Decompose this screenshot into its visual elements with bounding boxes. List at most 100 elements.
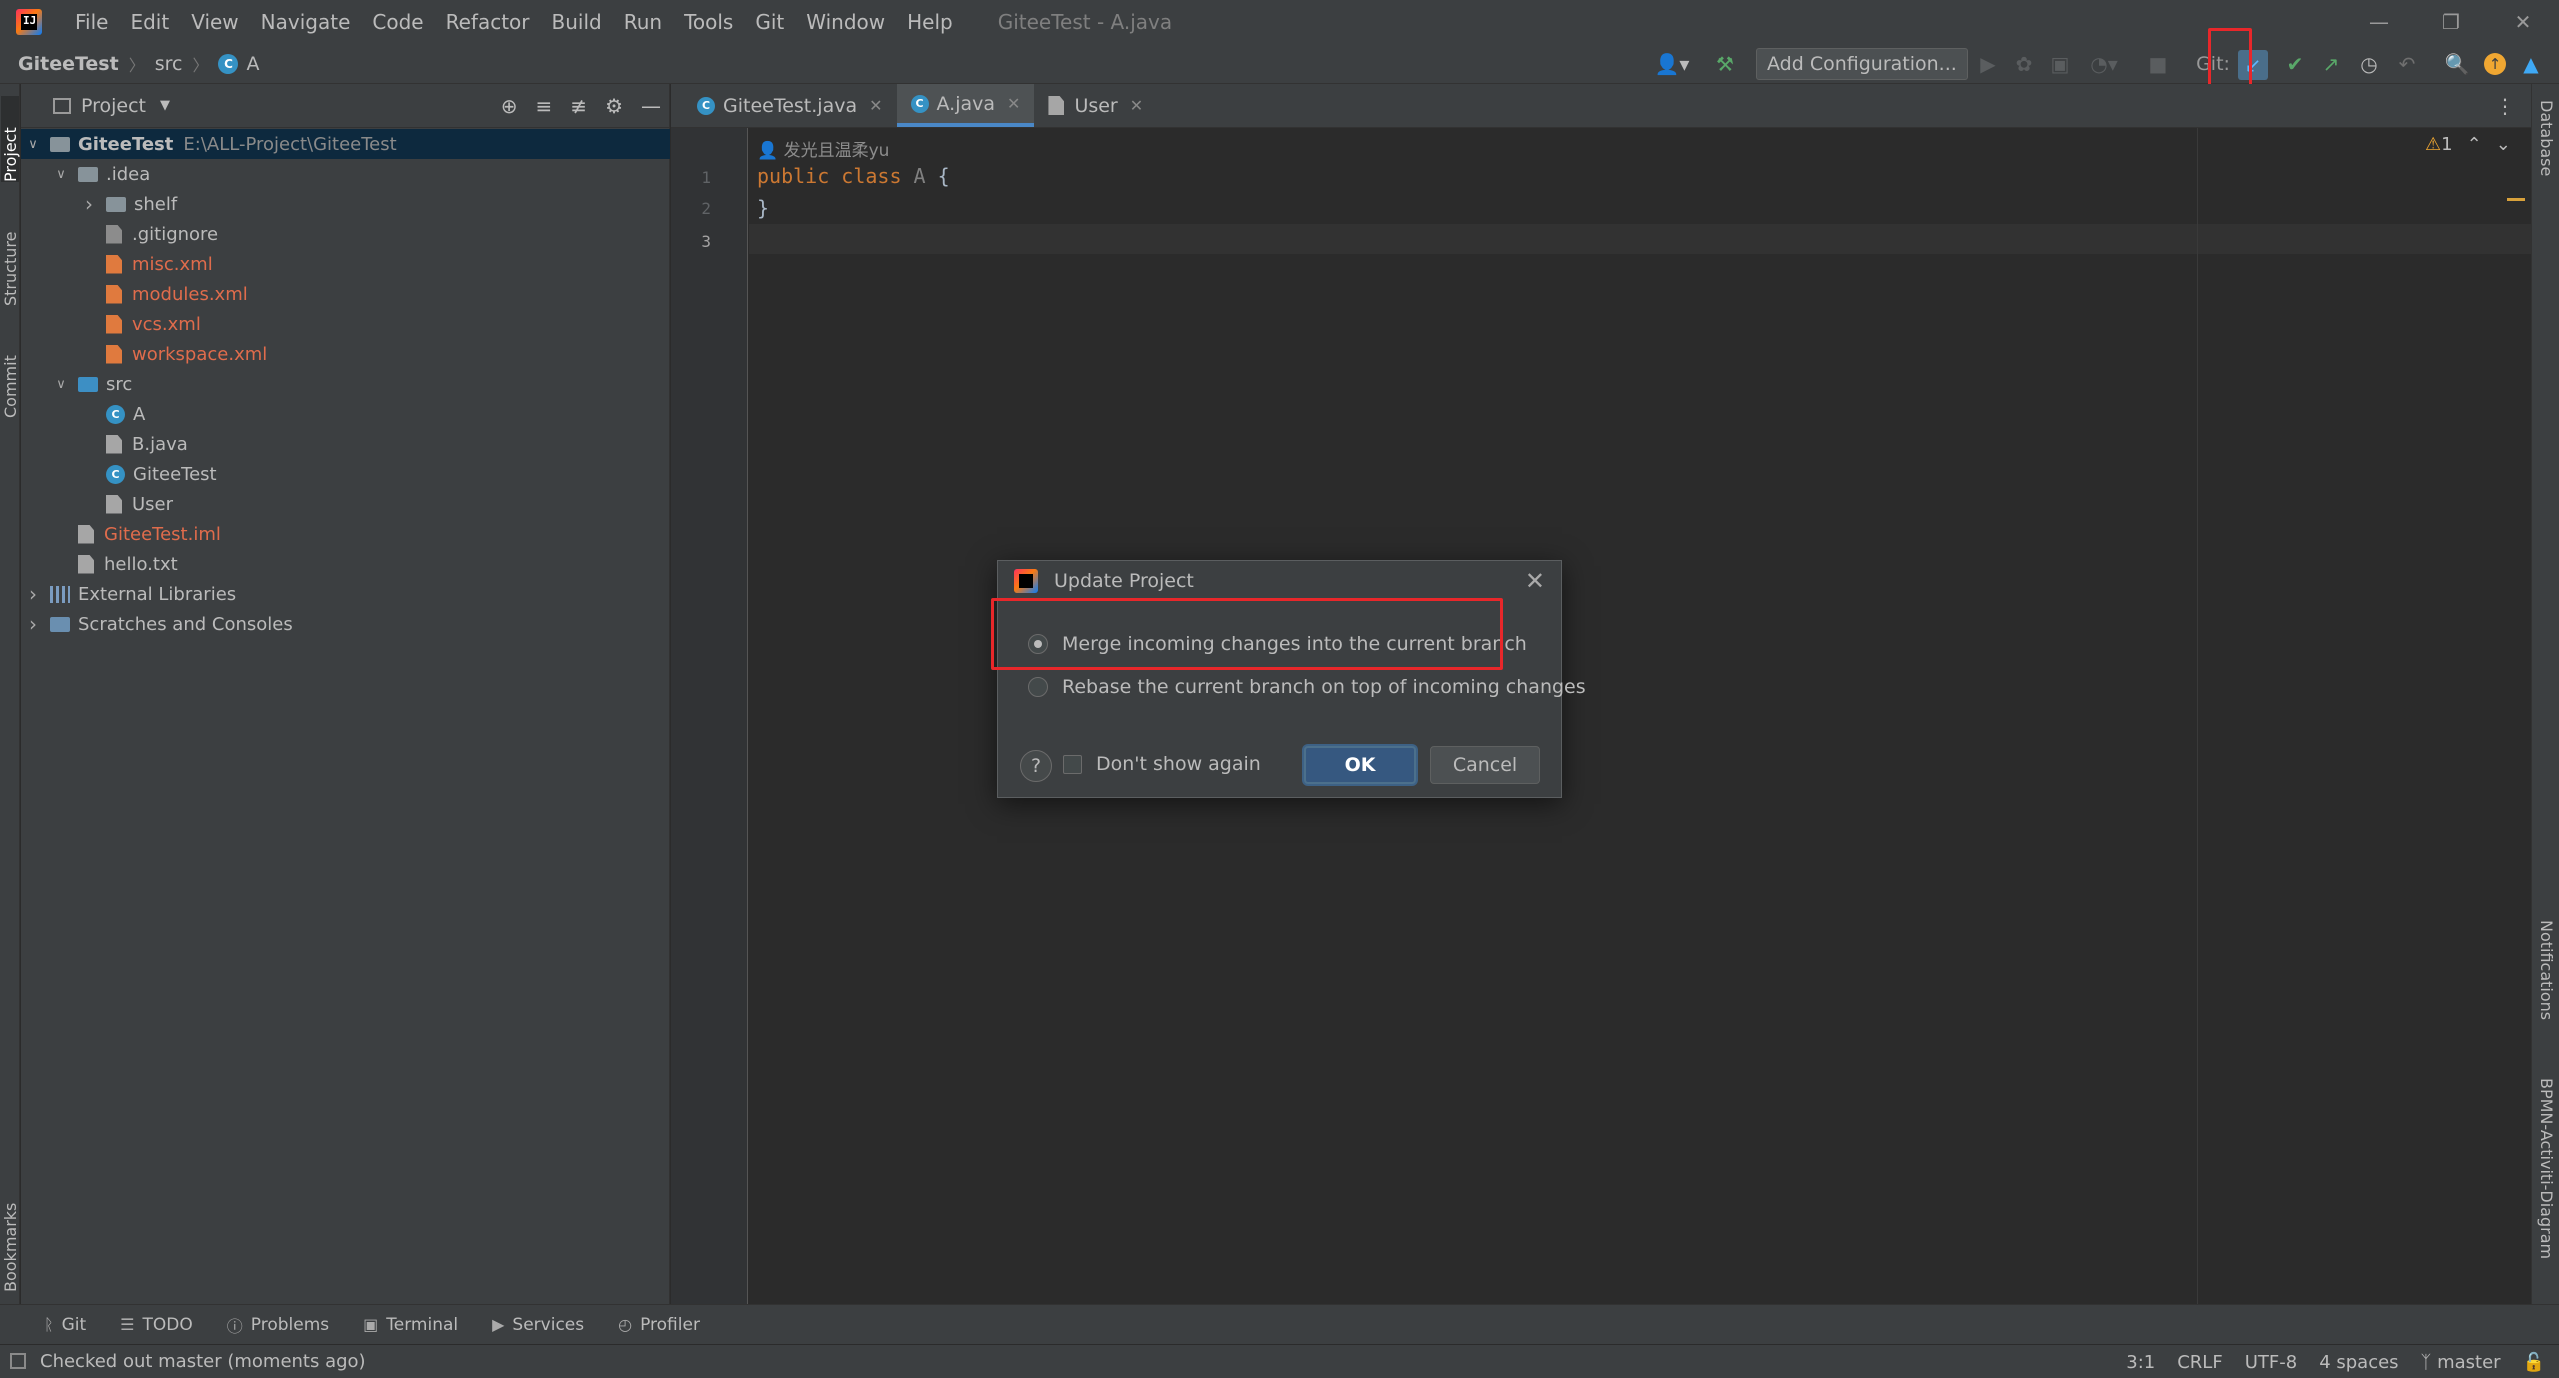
tree-item[interactable]: ∨ GiteeTest E:\ALL-Project\GiteeTest (21, 129, 670, 159)
tree-item[interactable]: ∨ src (21, 369, 670, 399)
ide-update-icon[interactable]: ↑ (2482, 50, 2508, 78)
cancel-button[interactable]: Cancel (1430, 746, 1540, 784)
tree-item[interactable]: hello.txt (21, 549, 670, 579)
tree-item[interactable]: workspace.xml (21, 339, 670, 369)
tool-tab-bookmarks[interactable]: Bookmarks (1, 1174, 20, 1292)
ok-button[interactable]: OK (1304, 746, 1416, 784)
build-hammer-icon[interactable]: ⚒ (1710, 50, 1740, 78)
toggle-tool-windows-icon[interactable] (10, 1353, 26, 1369)
chevron-down-icon[interactable]: ∨ (52, 167, 70, 182)
project-panel-title[interactable]: Project (81, 95, 146, 117)
bottom-tool-services[interactable]: ▶ Services (492, 1315, 584, 1335)
coverage-icon[interactable]: ▣ (2048, 50, 2072, 78)
tool-tab-bpmn[interactable]: BPMN-Activiti-Diagram (2537, 1078, 2556, 1259)
tree-item[interactable]: › External Libraries (21, 579, 670, 609)
line-separator[interactable]: CRLF (2177, 1352, 2222, 1373)
bottom-tool-profiler[interactable]: ◴ Profiler (618, 1315, 700, 1335)
tree-item[interactable]: ∨ .idea (21, 159, 670, 189)
menu-refactor[interactable]: Refactor (435, 0, 541, 44)
stop-icon[interactable]: ■ (2146, 50, 2170, 78)
editor-tab[interactable]: C GiteeTest.java ✕ (683, 84, 897, 127)
bottom-tool-todo[interactable]: ☰ TODO (120, 1315, 193, 1335)
chevron-down-icon[interactable]: ∨ (52, 377, 70, 392)
menu-window[interactable]: Window (795, 0, 896, 44)
jetbrains-toolbox-icon[interactable]: ▲ (2518, 50, 2544, 78)
profile-icon[interactable]: ◔▾ (2084, 50, 2124, 78)
rebase-option[interactable]: Rebase the current branch on top of inco… (1028, 676, 1586, 698)
tool-tab-structure[interactable]: Structure (1, 206, 20, 306)
editor-tab[interactable]: C A.java ✕ (896, 84, 1035, 127)
git-branch-widget[interactable]: ᛉ master (2421, 1352, 2501, 1373)
close-window-icon[interactable]: ✕ (2487, 0, 2559, 44)
chevron-right-icon[interactable]: › (24, 612, 42, 636)
git-push-icon[interactable]: ↗ (2318, 50, 2344, 78)
restore-icon[interactable]: ❐ (2415, 0, 2487, 44)
menu-edit[interactable]: Edit (119, 0, 180, 44)
menu-file[interactable]: File (64, 0, 119, 44)
tree-item[interactable]: CA (21, 399, 670, 429)
tree-item[interactable]: › Scratches and Consoles (21, 609, 670, 639)
help-icon[interactable]: ? (1020, 750, 1052, 782)
locate-file-icon[interactable]: ⊕ (501, 94, 518, 118)
chevron-right-icon[interactable]: › (80, 192, 98, 216)
indent-setting[interactable]: 4 spaces (2319, 1352, 2398, 1373)
tree-item[interactable]: C GiteeTest (21, 459, 670, 489)
tree-item[interactable]: misc.xml (21, 249, 670, 279)
collapse-all-icon[interactable]: ≢ (570, 94, 587, 118)
tool-tab-project[interactable]: Project (1, 96, 20, 182)
dont-show-again[interactable]: Don't show again (1063, 753, 1261, 775)
warning-stripe-marker[interactable] (2507, 198, 2525, 201)
close-tab-icon[interactable]: ✕ (1007, 94, 1020, 113)
search-everywhere-icon[interactable]: 🔍 (2444, 50, 2470, 78)
expand-all-icon[interactable]: ≡ (536, 94, 553, 118)
lock-icon[interactable]: 🔓 (2523, 1352, 2545, 1373)
inspection-widget[interactable]: ⚠1 ⌃ ⌄ (2425, 134, 2511, 155)
bottom-tool-terminal[interactable]: ▣ Terminal (363, 1315, 458, 1335)
tool-tab-commit[interactable]: Commit (1, 334, 20, 418)
minimize-icon[interactable]: — (2343, 0, 2415, 44)
breadcrumb-file[interactable]: A (246, 53, 259, 75)
menu-build[interactable]: Build (541, 0, 613, 44)
dont-show-again-checkbox[interactable] (1063, 754, 1082, 774)
debug-icon[interactable]: ✿ (2012, 50, 2036, 78)
tree-item[interactable]: › shelf (21, 189, 670, 219)
breadcrumb-project[interactable]: GiteeTest (18, 53, 119, 75)
chevron-right-icon[interactable]: › (24, 582, 42, 606)
menu-navigate[interactable]: Navigate (250, 0, 362, 44)
menu-run[interactable]: Run (613, 0, 673, 44)
tool-tab-database[interactable]: Database (2537, 100, 2556, 176)
gear-icon[interactable]: ⚙ (605, 94, 623, 118)
bottom-tool-git[interactable]: ᚱ Git (44, 1315, 86, 1335)
tree-item[interactable]: modules.xml (21, 279, 670, 309)
menu-tools[interactable]: Tools (673, 0, 744, 44)
caret-position[interactable]: 3:1 (2126, 1352, 2155, 1373)
close-tab-icon[interactable]: ✕ (1130, 96, 1143, 115)
tree-item[interactable]: .gitignore (21, 219, 670, 249)
breadcrumb-folder[interactable]: src (155, 53, 183, 75)
tree-item[interactable]: GiteeTest.iml (21, 519, 670, 549)
run-icon[interactable]: ▶ (1976, 50, 2000, 78)
git-history-icon[interactable]: ◷ (2356, 50, 2382, 78)
rebase-radio[interactable] (1028, 677, 1048, 697)
file-encoding[interactable]: UTF-8 (2245, 1352, 2297, 1373)
bottom-tool-problems[interactable]: ⓘ Problems (227, 1313, 329, 1337)
chevron-up-icon[interactable]: ⌃ (2467, 134, 2482, 155)
menu-view[interactable]: View (180, 0, 249, 44)
chevron-down-icon[interactable]: ⌄ (2496, 134, 2511, 155)
menu-code[interactable]: Code (361, 0, 434, 44)
tree-item[interactable]: B.java (21, 429, 670, 459)
tree-item[interactable]: User (21, 489, 670, 519)
close-icon[interactable]: ✕ (1525, 567, 1545, 595)
editor-tab[interactable]: User ✕ (1034, 84, 1157, 127)
add-configuration-button[interactable]: Add Configuration... (1756, 48, 1968, 80)
close-tab-icon[interactable]: ✕ (869, 96, 882, 115)
tool-tab-notifications[interactable]: Notifications (2537, 920, 2556, 1020)
git-commit-icon[interactable]: ✔ (2282, 50, 2308, 78)
status-message[interactable]: Checked out master (moments ago) (40, 1351, 366, 1372)
hide-panel-icon[interactable]: — (641, 94, 661, 118)
menu-help[interactable]: Help (896, 0, 964, 44)
tree-item[interactable]: vcs.xml (21, 309, 670, 339)
user-icon[interactable]: 👤▾ (1652, 50, 1692, 78)
git-rollback-icon[interactable]: ↶ (2394, 50, 2420, 78)
more-tabs-icon[interactable]: ⋮ (2495, 84, 2515, 128)
